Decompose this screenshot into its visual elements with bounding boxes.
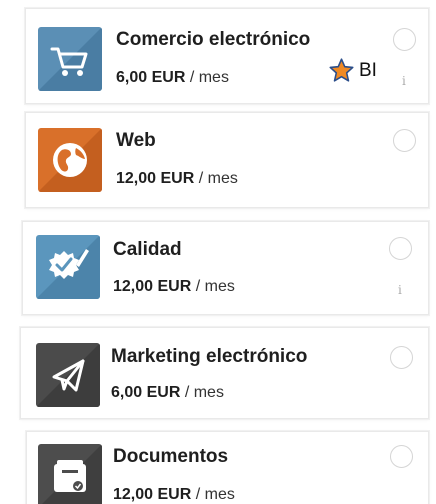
quality-badge-icon <box>36 235 100 299</box>
badge-label: BI <box>359 59 377 81</box>
info-icon[interactable]: i <box>402 74 406 88</box>
app-price: 6,00 EUR / mes <box>116 69 229 87</box>
app-price: 12,00 EUR / mes <box>113 278 235 296</box>
app-card-ecommerce[interactable]: Comercio electrónico 6,00 EUR / mes BI i <box>25 8 429 104</box>
price-period: / mes <box>195 486 235 503</box>
select-app-radio[interactable] <box>389 237 412 260</box>
featured-badge: BI <box>328 57 377 84</box>
price-amount: 12,00 EUR <box>116 170 195 187</box>
select-app-radio[interactable] <box>393 129 416 152</box>
app-name: Calidad <box>113 239 182 260</box>
select-app-radio[interactable] <box>390 346 413 369</box>
app-name: Web <box>116 130 156 151</box>
app-name: Marketing electrónico <box>111 346 308 367</box>
app-price: 6,00 EUR / mes <box>111 384 224 402</box>
app-card-email-marketing[interactable]: Marketing electrónico 6,00 EUR / mes <box>20 327 429 419</box>
globe-icon <box>38 128 102 192</box>
document-drawer-icon <box>38 444 102 504</box>
shopping-cart-icon <box>38 27 102 91</box>
price-amount: 6,00 EUR <box>116 69 186 86</box>
price-period: / mes <box>189 69 229 86</box>
select-app-radio[interactable] <box>390 445 413 468</box>
paper-plane-icon <box>36 343 100 407</box>
price-period: / mes <box>198 170 238 187</box>
price-amount: 6,00 EUR <box>111 384 181 401</box>
price-period: / mes <box>184 384 224 401</box>
select-app-radio[interactable] <box>393 28 416 51</box>
app-name: Comercio electrónico <box>116 29 311 50</box>
star-icon <box>329 58 354 82</box>
price-amount: 12,00 EUR <box>113 278 192 295</box>
price-period: / mes <box>195 278 235 295</box>
app-price: 12,00 EUR / mes <box>113 486 235 504</box>
app-card-quality[interactable]: Calidad 12,00 EUR / mes i <box>22 221 429 315</box>
app-name: Documentos <box>113 446 229 467</box>
price-amount: 12,00 EUR <box>113 486 192 503</box>
app-card-web[interactable]: Web 12,00 EUR / mes <box>25 112 429 208</box>
app-card-documents[interactable]: Documentos 12,00 EUR / mes <box>26 431 429 504</box>
info-icon[interactable]: i <box>398 283 402 297</box>
app-price: 12,00 EUR / mes <box>116 170 238 188</box>
